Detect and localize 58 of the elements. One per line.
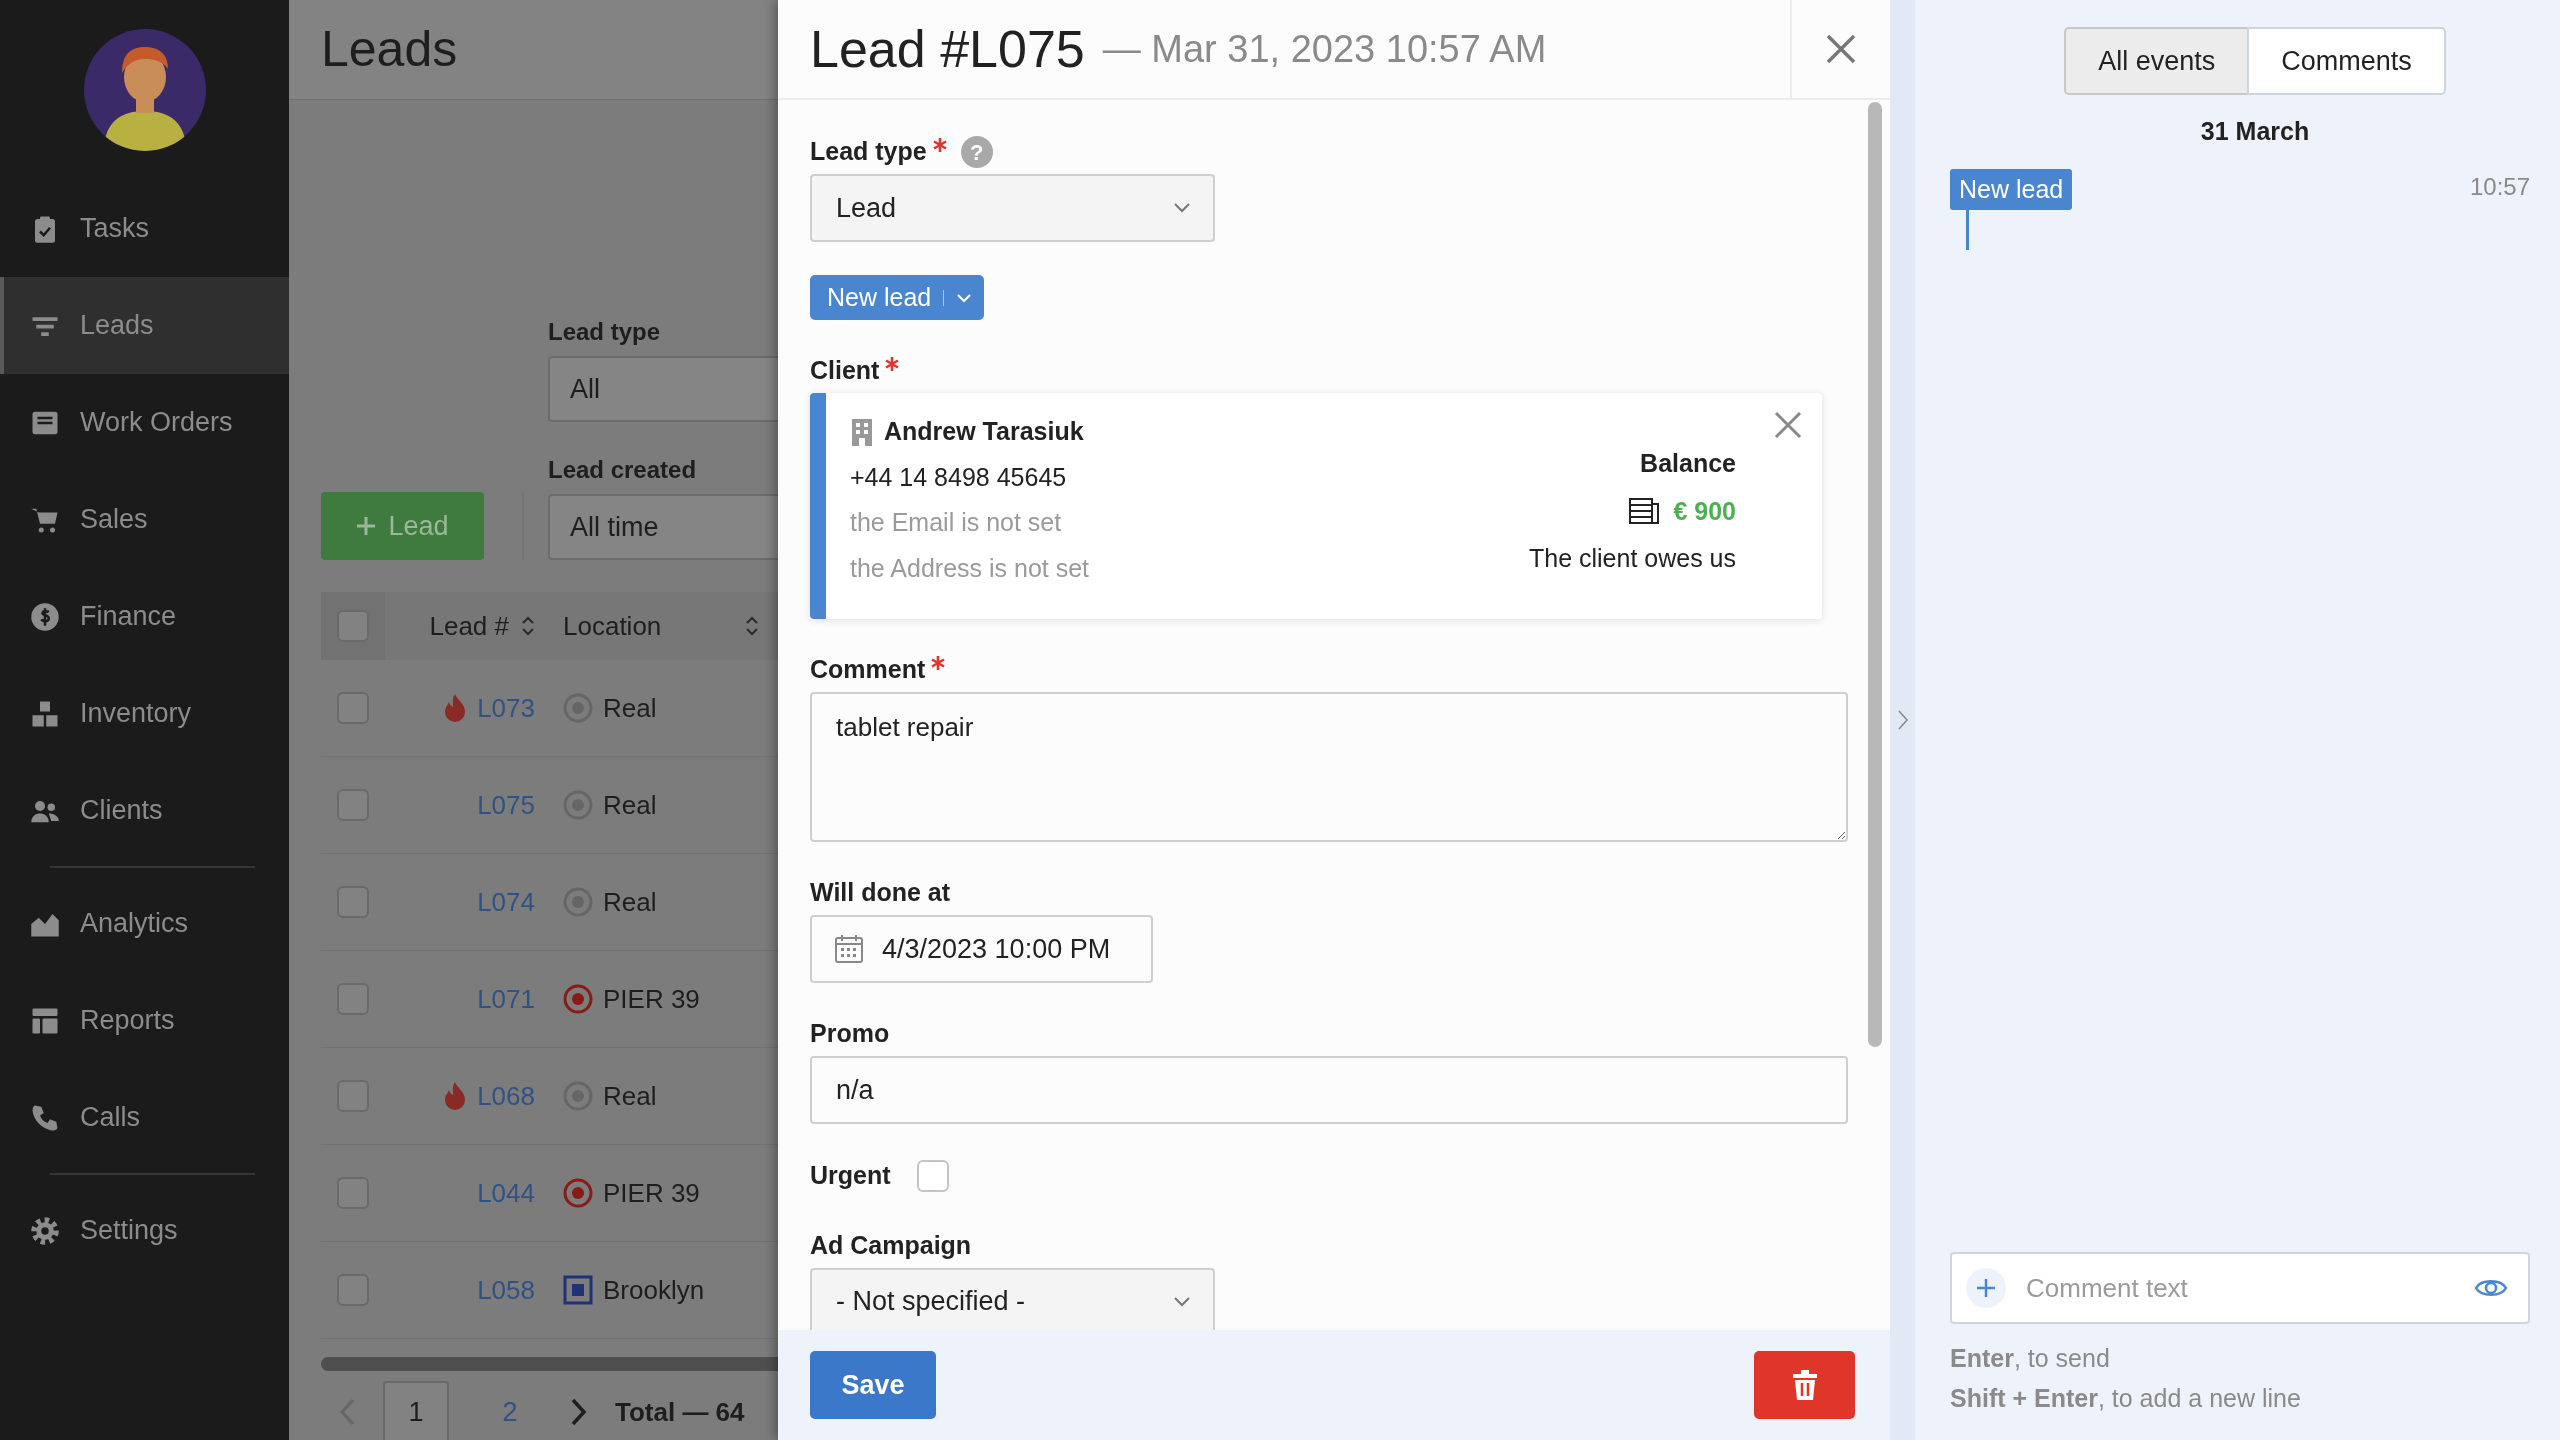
filter-select[interactable]: All: [548, 356, 778, 422]
location-text: Real: [603, 788, 657, 822]
location-text: Real: [603, 691, 657, 725]
text-field[interactable]: n/a: [810, 1056, 1848, 1124]
filter-select[interactable]: All time: [548, 494, 778, 560]
sidebar-item[interactable]: Analytics: [0, 875, 289, 972]
balance-amount: € 900: [1673, 495, 1736, 527]
column-header[interactable]: Lead #: [429, 606, 535, 646]
sidebar-item[interactable]: Tasks: [0, 180, 289, 277]
sidebar-item[interactable]: Leads: [0, 277, 289, 374]
sidebar-item[interactable]: Calls: [0, 1069, 289, 1166]
hint-text: Shift + Enter, to add a new line: [1950, 1383, 2302, 1414]
location-text: PIER 39: [603, 1176, 700, 1210]
event-tag: New lead: [1950, 168, 2073, 210]
save-button[interactable]: Save: [810, 1351, 936, 1419]
field-label: Comment: [810, 654, 926, 686]
select-field[interactable]: Lead: [810, 174, 1215, 242]
sidebar-item[interactable]: Sales: [0, 471, 289, 568]
sidebar-item[interactable]: Settings: [0, 1182, 289, 1279]
total-count: Total — 64: [615, 1395, 745, 1429]
page-title: Leads: [321, 20, 458, 79]
field-label: Lead type: [810, 136, 927, 168]
client-address: the Address is not set: [850, 552, 1091, 584]
hint-text: Enter, to send: [1950, 1343, 2111, 1374]
date-field[interactable]: 4/3/2023 10:00 PM: [810, 915, 1153, 983]
comment-input[interactable]: Comment text: [1950, 1252, 2530, 1324]
sidebar-item[interactable]: Finance: [0, 568, 289, 665]
client-phone: +44 14 8498 45645: [850, 461, 1068, 493]
field-label: Will done at: [810, 877, 951, 909]
modal-subtitle: — Mar 31, 2023 10:57 AM: [1102, 26, 1547, 72]
field-label: Urgent: [810, 1160, 891, 1191]
date-heading: 31 March: [2199, 116, 2311, 147]
client-link[interactable]: Andrew Tarasiuk: [884, 413, 1084, 451]
status-dropdown[interactable]: New lead: [810, 275, 985, 320]
client-email: the Email is not set: [850, 507, 1063, 538]
sidebar-item[interactable]: Work Orders: [0, 374, 289, 471]
field-label: Ad Campaign: [810, 1229, 972, 1261]
page-button[interactable]: 1: [383, 1381, 449, 1440]
sidebar-item[interactable]: Inventory: [0, 665, 289, 762]
balance-label: Balance: [1640, 448, 1736, 479]
comment-field[interactable]: tablet repair: [810, 692, 1848, 842]
tab[interactable]: All events: [2064, 27, 2248, 95]
column-header[interactable]: Location: [563, 606, 760, 646]
balance-note: The client owes us: [1528, 543, 1736, 574]
field-label: Client: [810, 355, 880, 387]
sidebar-item[interactable]: Clients: [0, 762, 289, 859]
field-label: Promo: [810, 1018, 890, 1050]
tab[interactable]: Comments: [2247, 27, 2446, 95]
modal-title: Lead #L075: [810, 19, 1085, 80]
location-text: Brooklyn: [603, 1273, 705, 1307]
event-time: 10:57: [2469, 171, 2530, 202]
location-text: PIER 39: [603, 982, 700, 1016]
location-text: Real: [603, 885, 657, 919]
location-text: Real: [603, 1079, 657, 1113]
filter-label: Lead created: [548, 455, 698, 485]
sidebar-item[interactable]: Reports: [0, 972, 289, 1069]
select-field[interactable]: - Not specified -: [810, 1267, 1215, 1330]
filter-label: Lead type: [548, 317, 662, 347]
